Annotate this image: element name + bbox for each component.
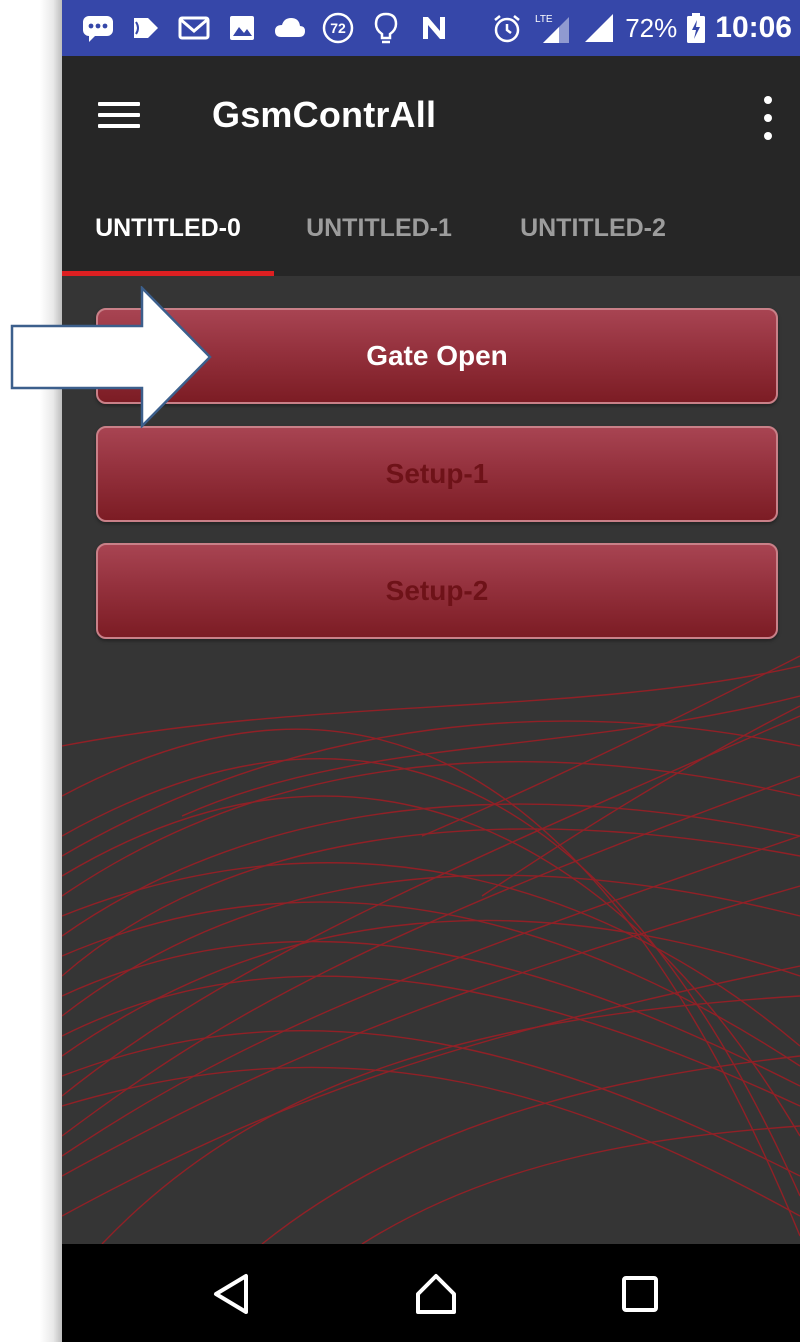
app-bar: GsmContrAll [62,56,800,180]
lte-signal-icon: LTE [533,10,573,46]
setup-1-button[interactable]: Setup-1 [96,426,778,522]
signal-strength-icon [581,10,617,46]
cloud-icon [272,10,308,46]
home-icon[interactable] [412,1270,460,1318]
callout-arrow-icon [10,286,212,428]
svg-text:72: 72 [330,20,346,36]
image-icon [224,10,260,46]
n-icon [416,10,452,46]
notification-icon [128,10,164,46]
status-notification-icons: 72 [80,0,452,56]
tab-untitled-2[interactable]: UNTITLED-2 [484,180,702,276]
svg-text:LTE: LTE [535,14,553,25]
hamburger-menu-icon[interactable] [98,96,140,138]
battery-percent: 72% [625,12,678,43]
gmail-icon [176,10,212,46]
tab-untitled-1[interactable]: UNTITLED-1 [274,180,484,276]
recents-icon[interactable] [616,1270,664,1318]
clock-time: 10:06 [715,11,792,44]
alarm-icon [489,10,525,46]
message-icon [80,10,116,46]
phone-screen: 72 LTE 72% 10:06 GsmContrAll UNTITLED-0 … [62,0,800,1342]
tab-bar: UNTITLED-0 UNTITLED-1 UNTITLED-2 [62,180,800,276]
page: 72 LTE 72% 10:06 GsmContrAll UNTITLED-0 … [0,0,800,1342]
screenshot-left-shadow [40,0,62,1342]
status-system-icons: LTE 72% 10:06 [489,0,792,56]
setup-2-button[interactable]: Setup-2 [96,543,778,639]
badge-72-icon: 72 [320,10,356,46]
lightbulb-icon [368,10,404,46]
back-icon[interactable] [208,1270,256,1318]
navigation-bar [62,1244,800,1342]
status-bar: 72 LTE 72% 10:06 [62,0,800,56]
tab-untitled-0[interactable]: UNTITLED-0 [62,180,274,276]
battery-charging-icon [685,10,707,46]
overflow-menu-icon[interactable] [756,96,780,140]
app-title: GsmContrAll [212,94,437,135]
